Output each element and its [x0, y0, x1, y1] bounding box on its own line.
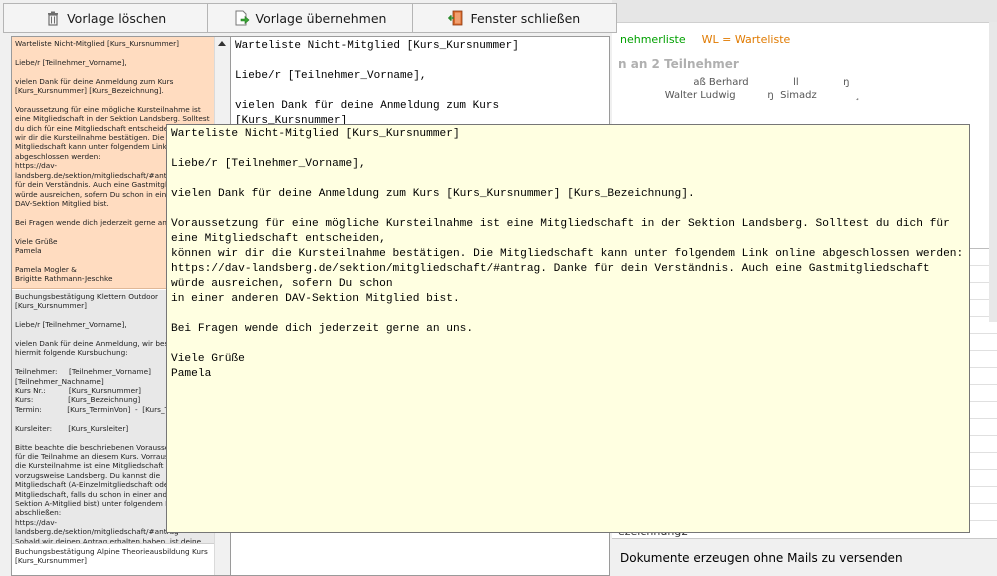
toolbar: Vorlage löschen Vorlage übernehmen Fenst…: [3, 3, 617, 33]
recipient-header: n an 2 Teilnehmer: [618, 57, 739, 71]
tooltip-text: Warteliste Nicht-Mitglied [Kurs_Kursnumm…: [171, 128, 964, 380]
scroll-up-arrow-icon[interactable]: [218, 41, 226, 46]
legend-warteliste: WL = Warteliste: [701, 33, 791, 46]
close-window-label: Fenster schließen: [470, 10, 581, 26]
exit-door-icon: [448, 10, 464, 26]
delete-template-label: Vorlage löschen: [67, 10, 167, 26]
delete-template-button[interactable]: Vorlage löschen: [4, 4, 209, 32]
bottom-bar: Dokumente erzeugen ohne Mails zu versend…: [612, 538, 997, 575]
background-scrollbar[interactable]: [989, 22, 997, 322]
apply-template-button[interactable]: Vorlage übernehmen: [208, 4, 413, 32]
legend: nehmerliste WL = Warteliste: [620, 33, 790, 46]
recipient-rows: aß Berhard ll ŋ Walter Ludwig ŋ Simadz ¸: [664, 77, 860, 101]
apply-template-label: Vorlage übernehmen: [255, 10, 387, 26]
template-tooltip: Warteliste Nicht-Mitglied [Kurs_Kursnumm…: [166, 124, 970, 533]
background-window-topbar: [612, 0, 997, 23]
trash-icon: [45, 10, 61, 26]
template-item[interactable]: Buchungsbestätigung Alpine Theorieausbil…: [12, 545, 214, 575]
legend-teilnehmerliste: nehmerliste: [620, 33, 686, 46]
generate-documents-option[interactable]: Dokumente erzeugen ohne Mails zu versend…: [620, 551, 903, 565]
close-window-button[interactable]: Fenster schließen: [413, 4, 616, 32]
document-arrow-icon: [234, 10, 250, 26]
